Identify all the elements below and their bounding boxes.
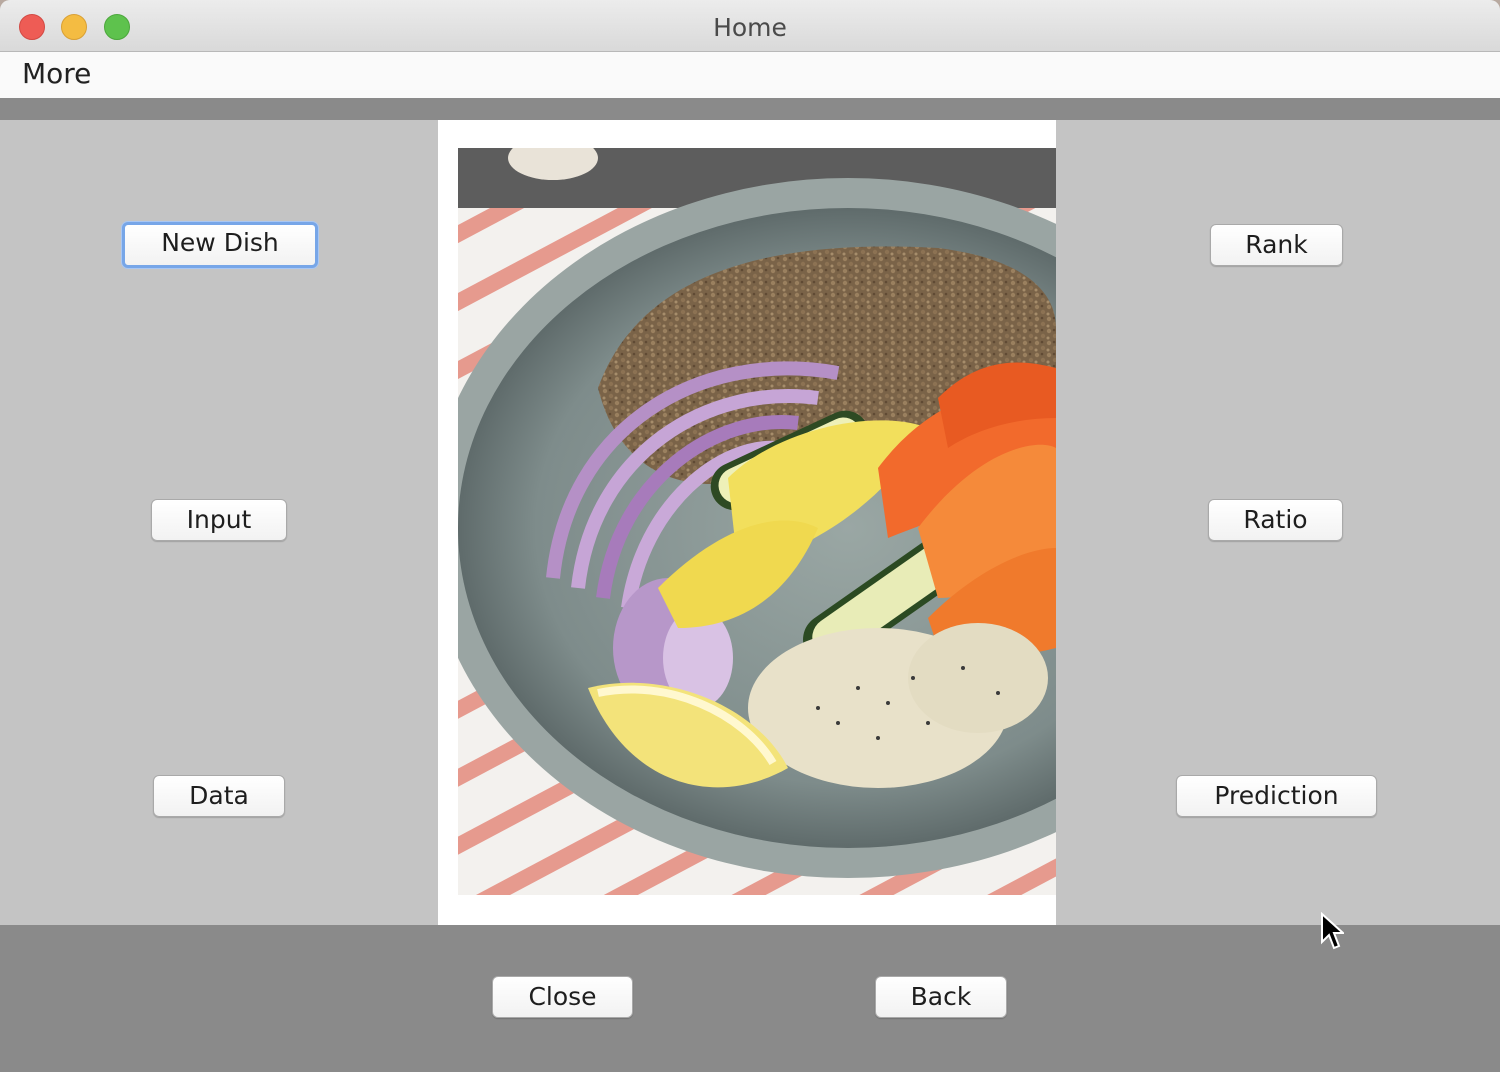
rank-button[interactable]: Rank [1210, 224, 1343, 266]
close-button[interactable]: Close [492, 976, 633, 1018]
ratio-button[interactable]: Ratio [1208, 499, 1343, 541]
data-button[interactable]: Data [153, 775, 285, 817]
mouse-pointer-icon [1321, 912, 1344, 950]
new-dish-button[interactable]: New Dish [122, 222, 318, 268]
input-button[interactable]: Input [151, 499, 287, 541]
menu-more[interactable]: More [22, 57, 91, 90]
window-title: Home [713, 13, 787, 42]
dish-bowl-illustration [458, 148, 1056, 895]
bottom-panel [0, 925, 1500, 1072]
title-bar[interactable]: Home [0, 0, 1500, 52]
dish-photo [458, 148, 1056, 895]
back-button[interactable]: Back [875, 976, 1007, 1018]
top-divider-strip [0, 98, 1500, 120]
prediction-button[interactable]: Prediction [1176, 775, 1377, 817]
app-window: Home More New Dish Input Data Rank Ratio… [0, 0, 1500, 1072]
menu-bar: More [0, 52, 1500, 98]
